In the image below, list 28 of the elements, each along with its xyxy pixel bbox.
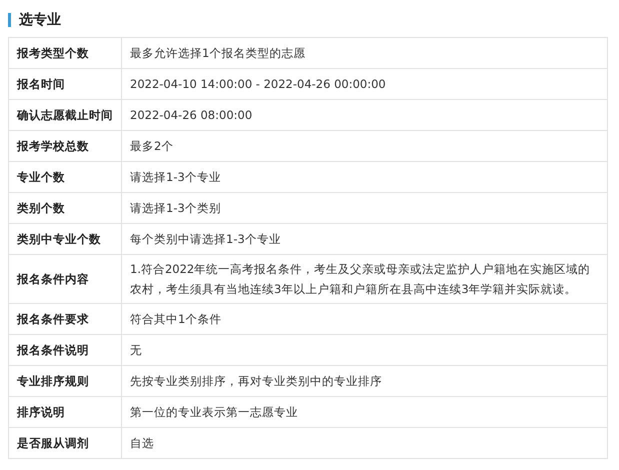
field-value: 请选择1-3个类别: [122, 192, 608, 224]
field-label: 确认志愿截止时间: [8, 100, 122, 130]
field-value: 先按专业类别排序，再对专业类别中的专业排序: [122, 366, 608, 396]
field-value: 第一位的专业表示第一志愿专业: [122, 396, 608, 428]
field-value: 最多2个: [122, 130, 608, 162]
field-value: 2022-04-10 14:00:00 - 2022-04-26 00:00:00: [122, 68, 608, 100]
field-value: 自选: [122, 428, 608, 458]
field-label: 报名条件要求: [8, 304, 122, 334]
field-label: 报考类型个数: [8, 38, 122, 68]
field-label: 类别个数: [8, 192, 122, 224]
field-label: 报考学校总数: [8, 130, 122, 162]
field-value: 请选择1-3个专业: [122, 162, 608, 192]
field-label: 报名条件内容: [8, 254, 122, 304]
field-label: 是否服从调剂: [8, 428, 122, 458]
accent-bar: [8, 13, 11, 27]
field-label: 专业个数: [8, 162, 122, 192]
field-label: 报名时间: [8, 68, 122, 100]
field-label: 排序说明: [8, 396, 122, 428]
field-label: 报名条件说明: [8, 334, 122, 366]
field-value: 最多允许选择1个报名类型的志愿: [122, 38, 608, 68]
section-title: 选专业: [19, 11, 61, 29]
field-value: 2022-04-26 08:00:00: [122, 100, 608, 130]
field-label: 类别中专业个数: [8, 224, 122, 254]
field-label: 专业排序规则: [8, 366, 122, 396]
field-value: 无: [122, 334, 608, 366]
field-value: 每个类别中请选择1-3个专业: [122, 224, 608, 254]
field-value: 1.符合2022年统一高考报名条件，考生及父亲或母亲或法定监护人户籍地在实施区域的农村，考生须具有当地连续3年以上户籍和户籍所在县高中连续3年学籍并实际就读。: [122, 254, 608, 304]
field-value: 符合其中1个条件: [122, 304, 608, 334]
